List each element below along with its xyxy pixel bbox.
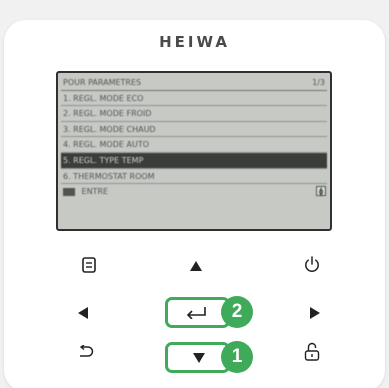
- menu-item-label: 5. REGL. TYPE TEMP: [63, 155, 144, 165]
- menu-button[interactable]: [78, 254, 100, 276]
- arrow-down-icon: [193, 353, 205, 363]
- scroll-indicator-icon: ▲ ▼: [316, 186, 326, 198]
- screen-header: POUR PARAMETRES 1/3: [61, 75, 327, 91]
- menu-item-label: 4. REGL. MODE AUTO: [63, 140, 149, 150]
- menu-item-label: 3. REGL. MODE CHAUD: [63, 124, 156, 134]
- power-button[interactable]: [300, 252, 324, 276]
- menu-item[interactable]: 1. REGL. MODE ECO: [61, 91, 327, 107]
- menu-item-label: 2. REGL. MODE FROID: [63, 109, 152, 119]
- screen-title: POUR PARAMETRES: [63, 78, 142, 87]
- screen-footer: ENTRE ▲ ▼: [61, 184, 327, 200]
- left-button[interactable]: [72, 302, 94, 324]
- footer-label: ENTRE: [81, 187, 109, 197]
- arrow-up-icon: [190, 261, 202, 271]
- menu-item[interactable]: 3. REGL. MODE CHAUD: [61, 122, 327, 138]
- menu-item-label: 1. REGL. MODE ECO: [63, 93, 144, 103]
- up-button[interactable]: [185, 255, 207, 277]
- lock-button[interactable]: [300, 338, 324, 364]
- step-badge-enter: 2: [221, 296, 253, 328]
- menu-item[interactable]: 4. REGL. MODE AUTO: [61, 137, 327, 153]
- back-icon: [79, 345, 94, 357]
- ok-key-icon: [63, 187, 75, 196]
- menu-item[interactable]: 2. REGL. MODE FROID: [61, 106, 327, 122]
- lock-icon: [304, 342, 320, 361]
- menu-item[interactable]: 6. THERMOSTAT ROOM: [61, 169, 327, 185]
- enter-icon: [186, 307, 206, 319]
- arrow-left-icon: [78, 307, 88, 319]
- step-badge-down: 1: [221, 341, 253, 373]
- lcd-screen: POUR PARAMETRES 1/3 1. REGL. MODE ECO 2.…: [56, 71, 332, 231]
- menu-item-label: 6. THERMOSTAT ROOM: [63, 171, 155, 181]
- menu-icon: [82, 257, 96, 273]
- page-indicator: 1/3: [312, 78, 325, 87]
- controller-stage: HEIWA POUR PARAMETRES 1/3 1. REGL. MODE …: [0, 0, 389, 388]
- enter-icon-wrap: [183, 302, 209, 324]
- brand-logo: HEIWA: [159, 33, 230, 51]
- power-icon: [305, 255, 319, 272]
- right-button[interactable]: [304, 302, 326, 324]
- arrow-right-icon: [310, 307, 320, 319]
- menu-item-selected[interactable]: 5. REGL. TYPE TEMP: [61, 152, 327, 169]
- back-button[interactable]: [74, 341, 98, 363]
- down-icon-wrap: [190, 349, 208, 367]
